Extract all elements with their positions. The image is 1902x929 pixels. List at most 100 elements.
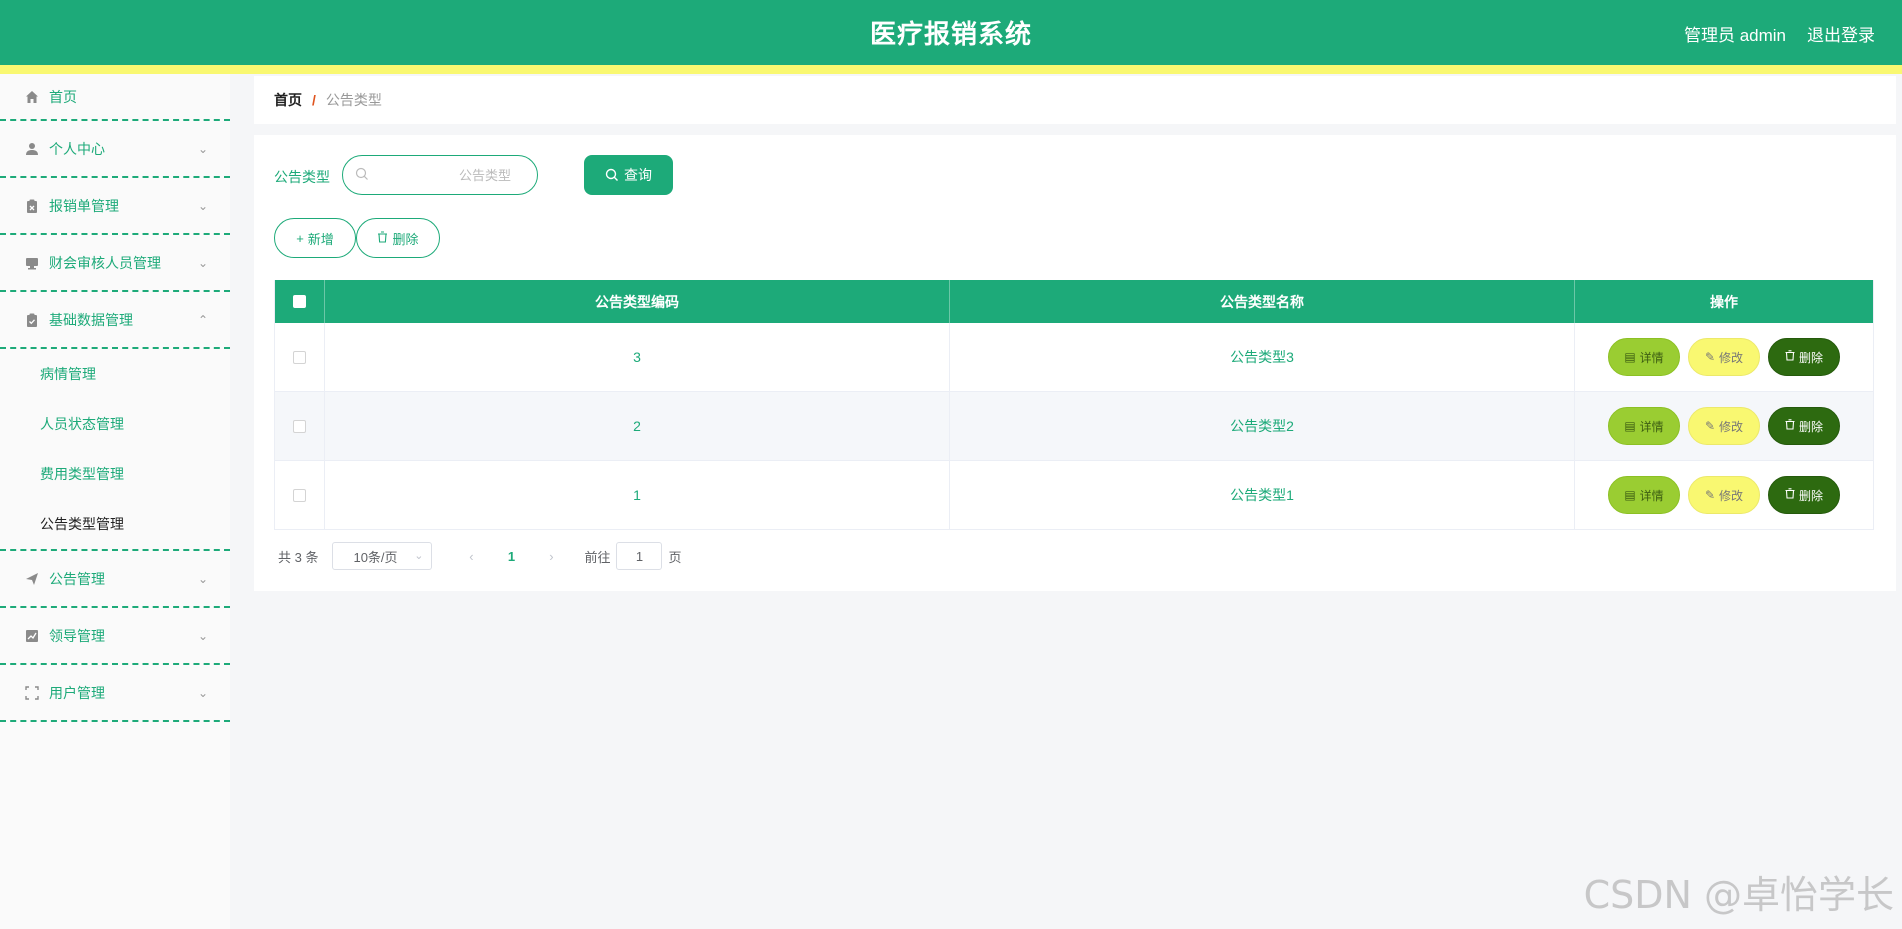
search-box — [342, 155, 538, 195]
delete-button[interactable]: 删除 — [1768, 407, 1840, 445]
clipboard-x-icon — [24, 198, 40, 214]
breadcrumb: 首页 / 公告类型 — [254, 76, 1896, 124]
chevron-down-icon: ⌄ — [197, 685, 208, 700]
cell-ops: ▤ 详情 ✎ 修改 删除 — [1575, 392, 1873, 460]
table-row: 2 公告类型2 ▤ 详情 ✎ 修改 删除 — [275, 392, 1873, 461]
trash-icon — [1785, 488, 1795, 502]
trash-icon — [1785, 419, 1795, 433]
select-all-checkbox[interactable] — [293, 295, 306, 308]
pencil-icon: ✎ — [1704, 350, 1716, 364]
page-number-current[interactable]: 1 — [486, 549, 536, 564]
sidebar-item-label: 基础数据管理 — [49, 311, 133, 328]
search-input[interactable] — [377, 164, 527, 186]
sidebar-item-auditor[interactable]: 财会审核人员管理 ⌄ — [0, 235, 230, 292]
delete-button[interactable]: 删除 — [1768, 476, 1840, 514]
breadcrumb-separator: / — [312, 92, 316, 108]
watermark: CSDN @卓怡学长 — [1583, 873, 1894, 917]
edit-button[interactable]: ✎ 修改 — [1688, 407, 1760, 445]
delete-button[interactable]: 删除 — [1768, 338, 1840, 376]
detail-button[interactable]: ▤ 详情 — [1608, 338, 1680, 376]
sidebar-item-label: 用户管理 — [49, 684, 105, 701]
clipboard-check-icon — [24, 312, 40, 328]
sidebar-item-personal-center[interactable]: 个人中心 ⌄ — [0, 121, 230, 178]
table-header: 公告类型编码 公告类型名称 操作 — [275, 280, 1873, 323]
add-button[interactable]: + 新增 — [274, 218, 356, 258]
row-checkbox[interactable] — [293, 419, 306, 433]
sidebar-item-users[interactable]: 用户管理 ⌄ — [0, 665, 230, 722]
cell-code: 1 — [325, 461, 950, 529]
sidebar-item-base-data[interactable]: 基础数据管理 ⌃ — [0, 292, 230, 349]
scan-icon — [24, 685, 40, 701]
home-icon — [24, 89, 40, 105]
column-header-name: 公告类型名称 — [950, 280, 1575, 323]
chart-icon — [24, 628, 40, 644]
edit-button-label: 修改 — [1719, 419, 1744, 434]
sidebar-item-label: 公告管理 — [49, 570, 105, 587]
row-checkbox[interactable] — [293, 350, 306, 364]
chevron-down-icon: ⌄ — [414, 550, 424, 562]
cell-ops: ▤ 详情 ✎ 修改 删除 — [1575, 461, 1873, 529]
row-checkbox[interactable] — [293, 488, 306, 502]
pagination: 共 3 条 10条/页 ⌄ ‹ 1 › 前往 页 — [278, 542, 682, 570]
detail-button-label: 详情 — [1639, 350, 1664, 365]
pencil-icon: ✎ — [1704, 419, 1716, 433]
trash-icon — [1785, 350, 1795, 364]
sidebar-item-label: 财会审核人员管理 — [49, 254, 161, 271]
column-header-ops: 操作 — [1710, 293, 1738, 310]
edit-button-label: 修改 — [1719, 350, 1744, 365]
search-label: 公告类型 — [274, 169, 330, 185]
document-icon: ▤ — [1624, 419, 1636, 433]
chevron-down-icon: ⌄ — [197, 141, 208, 156]
bulk-delete-button[interactable]: 删除 — [356, 218, 440, 258]
content-panel: 公告类型 查询 + 新增 删除 公告类型编码 公告类型名称 操作 3 — [254, 135, 1896, 591]
edit-button[interactable]: ✎ 修改 — [1688, 338, 1760, 376]
edit-button-label: 修改 — [1719, 488, 1744, 503]
next-page-button[interactable]: › — [536, 549, 566, 564]
cell-code: 3 — [325, 323, 950, 391]
send-icon — [24, 571, 40, 587]
cell-name: 公告类型1 — [950, 461, 1575, 529]
row-checkbox-cell — [275, 461, 325, 529]
submenu-item-illness[interactable]: 病情管理 — [0, 349, 230, 399]
chevron-up-icon: ⌃ — [197, 312, 208, 327]
logout-link[interactable]: 退出登录 — [1807, 21, 1875, 46]
column-header-code: 公告类型编码 — [325, 280, 950, 323]
page-suffix: 页 — [668, 549, 682, 565]
add-button-label: 新增 — [307, 231, 334, 247]
submenu-item-personnel-status[interactable]: 人员状态管理 — [0, 399, 230, 449]
current-user: 管理员 admin — [1683, 26, 1786, 45]
edit-button[interactable]: ✎ 修改 — [1688, 476, 1760, 514]
submenu-item-notice-type[interactable]: 公告类型管理 — [0, 499, 230, 549]
submenu-item-expense-type[interactable]: 费用类型管理 — [0, 449, 230, 499]
query-button[interactable]: 查询 — [584, 155, 673, 195]
prev-page-button[interactable]: ‹ — [456, 549, 486, 564]
sidebar-item-label: 报销单管理 — [49, 197, 119, 214]
trash-icon — [377, 230, 388, 246]
app-title: 医疗报销系统 — [869, 19, 1032, 49]
header-checkbox-cell — [275, 280, 325, 323]
top-header: 医疗报销系统 管理员 admin 退出登录 — [0, 0, 1902, 65]
cell-name: 公告类型3 — [950, 323, 1575, 391]
row-checkbox-cell — [275, 323, 325, 391]
detail-button-label: 详情 — [1639, 419, 1664, 434]
plus-icon: + — [296, 230, 304, 246]
sidebar-item-notices[interactable]: 公告管理 ⌄ — [0, 551, 230, 608]
chevron-down-icon: ⌄ — [197, 571, 208, 586]
sidebar-item-reimbursement[interactable]: 报销单管理 ⌄ — [0, 178, 230, 235]
breadcrumb-home[interactable]: 首页 — [274, 90, 302, 110]
cell-ops: ▤ 详情 ✎ 修改 删除 — [1575, 323, 1873, 391]
pencil-icon: ✎ — [1704, 488, 1716, 502]
detail-button[interactable]: ▤ 详情 — [1608, 407, 1680, 445]
sidebar-item-leaders[interactable]: 领导管理 ⌄ — [0, 608, 230, 665]
delete-button-label: 删除 — [1798, 350, 1823, 365]
header-accent-stripe — [0, 65, 1902, 74]
chevron-down-icon: ⌄ — [197, 628, 208, 643]
goto-page-input[interactable] — [616, 542, 663, 570]
sidebar-item-home[interactable]: 首页 — [0, 74, 230, 121]
row-checkbox-cell — [275, 392, 325, 460]
sidebar-item-label: 领导管理 — [49, 627, 105, 644]
page-size-select[interactable]: 10条/页 ⌄ — [332, 542, 433, 570]
sidebar-item-label: 首页 — [49, 88, 77, 105]
breadcrumb-current: 公告类型 — [325, 92, 382, 108]
detail-button[interactable]: ▤ 详情 — [1608, 476, 1680, 514]
